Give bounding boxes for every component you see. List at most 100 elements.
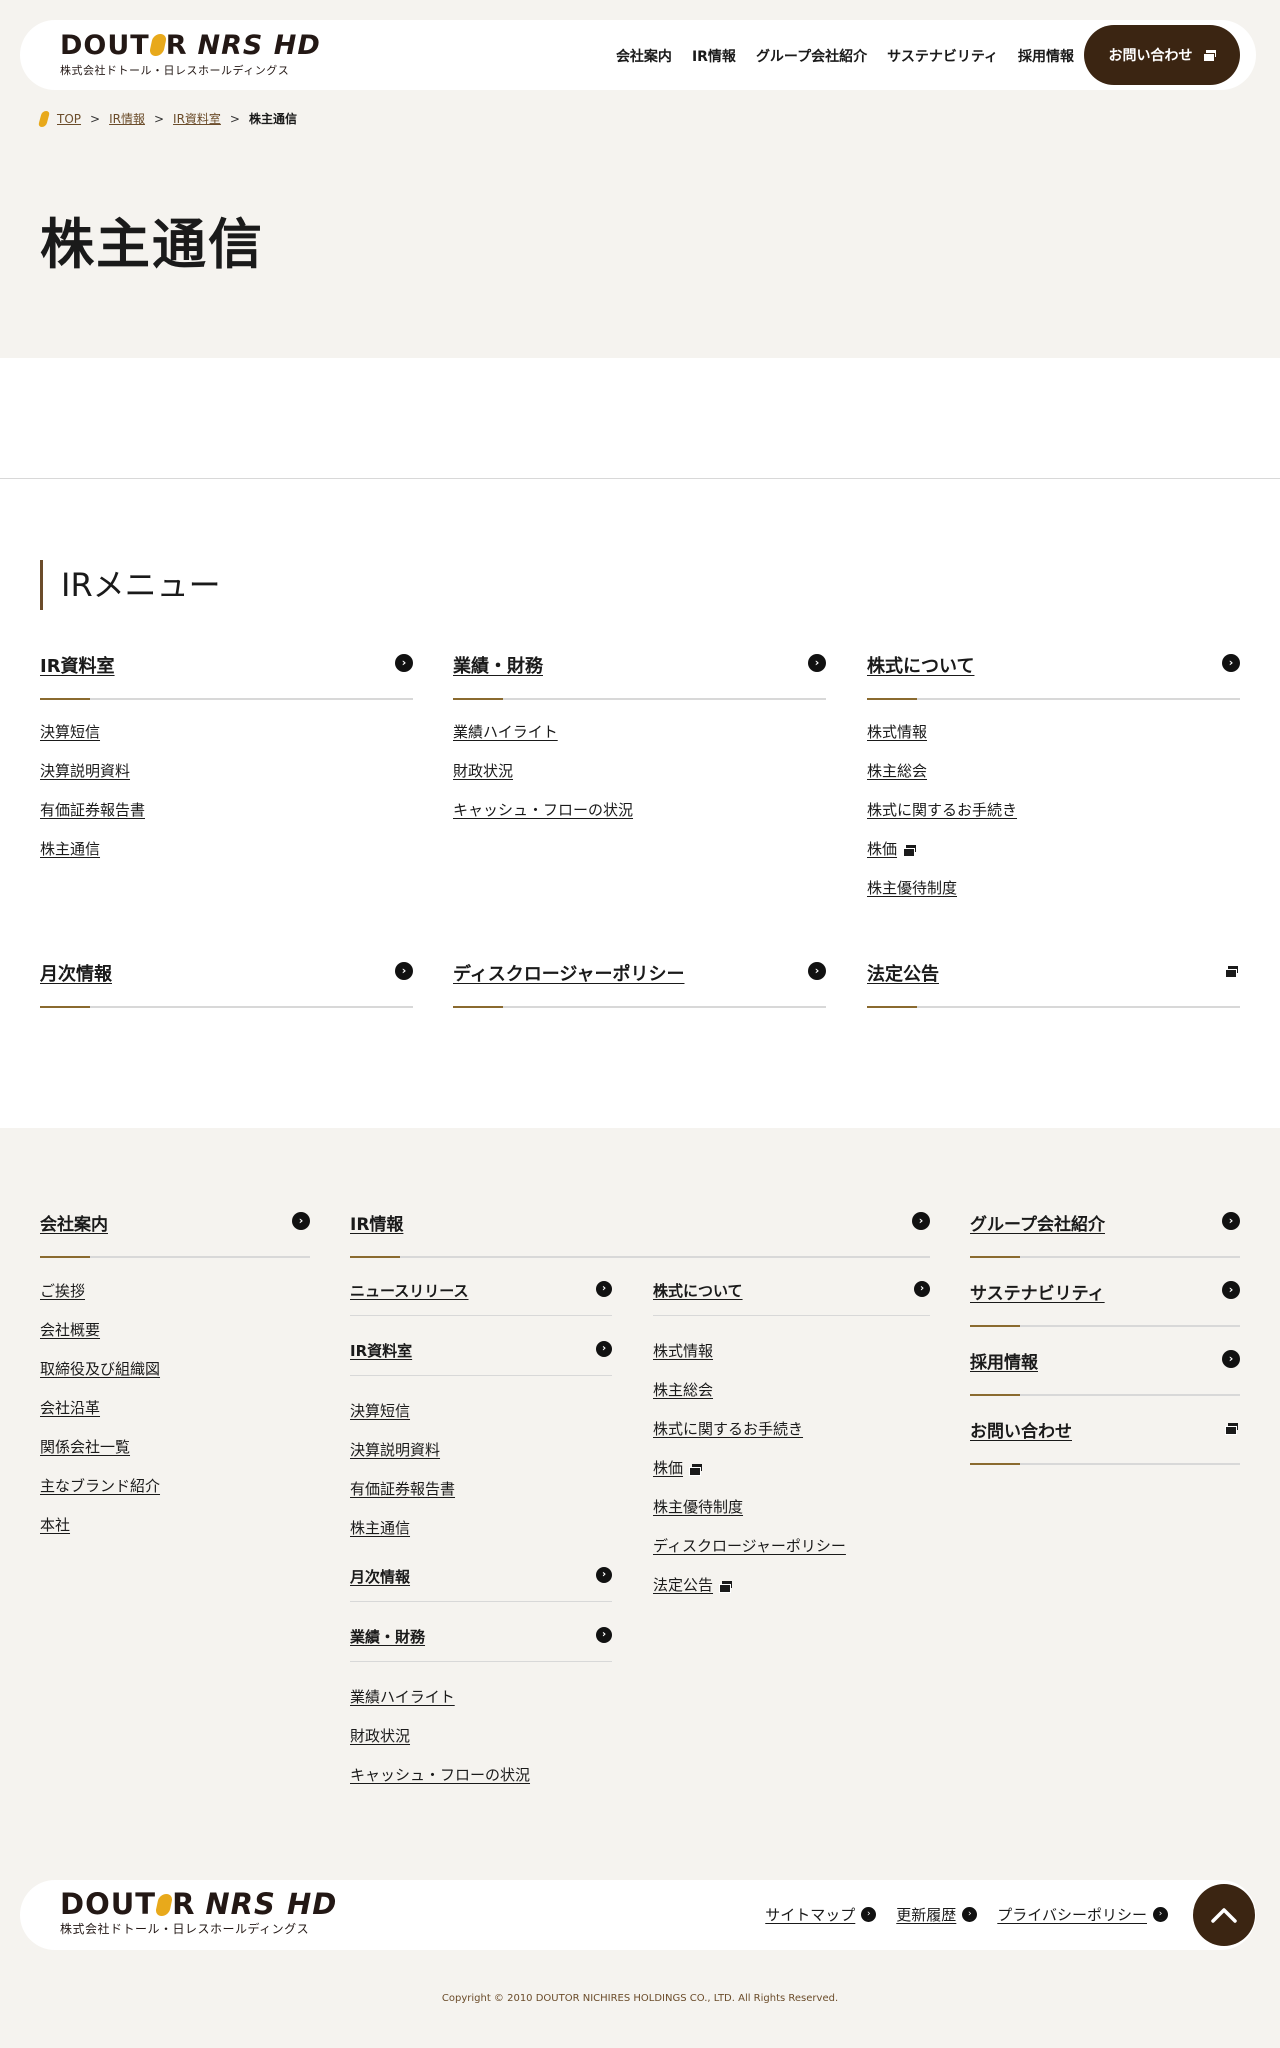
external-window-icon xyxy=(719,1581,733,1593)
list-item[interactable]: 取締役及び組織図 xyxy=(40,1358,310,1397)
nav-sustainability[interactable]: サステナビリティ xyxy=(887,46,998,66)
footer-sustainability-head[interactable]: サステナビリティ › xyxy=(970,1279,1240,1327)
footer-news-head[interactable]: ニュースリリース › xyxy=(350,1280,612,1316)
list-item[interactable]: 株主優待制度 xyxy=(653,1496,930,1535)
list-item[interactable]: 有価証券報告書 xyxy=(40,798,413,837)
ir-menu-library-title: IR資料室 xyxy=(40,656,115,677)
list-item[interactable]: 株価 xyxy=(867,837,1240,876)
list-item[interactable]: キャッシュ・フローの状況 xyxy=(350,1764,612,1803)
breadcrumb-top[interactable]: TOP xyxy=(57,112,81,126)
chevron-right-icon: › xyxy=(808,962,826,980)
list-item[interactable]: 株主通信 xyxy=(350,1517,612,1556)
chevron-right-icon: › xyxy=(596,1567,612,1583)
chevron-right-icon: › xyxy=(808,654,826,672)
chevron-right-icon: › xyxy=(1222,1212,1240,1230)
list-item[interactable]: 決算説明資料 xyxy=(40,759,413,798)
page-top-button[interactable] xyxy=(1193,1884,1255,1946)
list-item[interactable]: 決算短信 xyxy=(40,720,413,759)
footer-group-head[interactable]: グループ会社紹介 › xyxy=(970,1210,1240,1258)
external-window-icon xyxy=(903,845,917,857)
breadcrumb-ir[interactable]: IR情報 xyxy=(109,110,145,127)
chevron-right-icon: > xyxy=(90,111,101,126)
footer-contact-head[interactable]: お問い合わせ xyxy=(970,1417,1240,1465)
list-item[interactable]: 決算説明資料 xyxy=(350,1439,612,1478)
list-item[interactable]: 株主総会 xyxy=(653,1379,930,1418)
list-item[interactable]: 株式情報 xyxy=(653,1340,930,1379)
footer-recruit-head[interactable]: 採用情報 › xyxy=(970,1348,1240,1396)
chevron-right-icon: › xyxy=(1153,1907,1168,1922)
list-item[interactable]: 関係会社一覧 xyxy=(40,1436,310,1475)
nav-group[interactable]: グループ会社紹介 xyxy=(756,46,867,66)
contact-button[interactable]: お問い合わせ xyxy=(1084,25,1240,85)
ir-menu-title: IRメニュー xyxy=(40,560,221,610)
nav-recruit[interactable]: 採用情報 xyxy=(1018,46,1074,66)
ir-menu-disclosure: ディスクロージャーポリシー › xyxy=(453,960,826,1008)
privacy-link[interactable]: プライバシーポリシー › xyxy=(997,1904,1168,1925)
list-item[interactable]: 業績ハイライト xyxy=(453,720,826,759)
list-item[interactable]: 株主総会 xyxy=(867,759,1240,798)
chevron-right-icon: › xyxy=(912,1212,930,1230)
breadcrumb: TOP > IR情報 > IR資料室 > 株主通信 xyxy=(37,110,297,127)
ir-menu-stock-head[interactable]: 株式について › xyxy=(867,652,1240,700)
history-link-label: 更新履歴 xyxy=(896,1906,957,1924)
privacy-link-label: プライバシーポリシー xyxy=(997,1906,1147,1924)
list-item[interactable]: 主なブランド紹介 xyxy=(40,1475,310,1514)
footer-contact-title: お問い合わせ xyxy=(970,1422,1072,1442)
ir-menu-monthly-title: 月次情報 xyxy=(40,964,112,985)
footer-company-head[interactable]: 会社案内 › xyxy=(40,1210,310,1258)
chevron-right-icon: › xyxy=(1222,654,1240,672)
chevron-right-icon: › xyxy=(1222,1350,1240,1368)
chevron-right-icon: › xyxy=(596,1341,612,1357)
site-logo[interactable]: DOUT R NRS HD 株式会社ドトール・日レスホールディングス xyxy=(60,32,321,78)
footer-right: グループ会社紹介 › サステナビリティ › 採用情報 › お問い合わせ xyxy=(970,1210,1240,1465)
footer-monthly-head[interactable]: 月次情報 › xyxy=(350,1566,612,1602)
breadcrumb-current: 株主通信 xyxy=(248,112,297,126)
list-item[interactable]: 株主優待制度 xyxy=(867,876,1240,915)
footer-stock-head[interactable]: 株式について › xyxy=(653,1280,930,1316)
ir-menu-library-head[interactable]: IR資料室 › xyxy=(40,652,413,700)
list-item[interactable]: 業績ハイライト xyxy=(350,1686,612,1725)
list-item[interactable]: 株主通信 xyxy=(40,837,413,876)
list-item[interactable]: 会社沿革 xyxy=(40,1397,310,1436)
chevron-right-icon: › xyxy=(861,1907,877,1922)
footer-logo[interactable]: DOUT R NRS HD 株式会社ドトール・日レスホールディングス xyxy=(60,1890,337,1937)
nav-ir[interactable]: IR情報 xyxy=(692,46,736,66)
list-item[interactable]: 株式に関するお手続き xyxy=(653,1418,930,1457)
footer-company: 会社案内 › ご挨拶 会社概要 取締役及び組織図 会社沿革 関係会社一覧 主なブ… xyxy=(40,1210,310,1553)
list-item[interactable]: 会社概要 xyxy=(40,1319,310,1358)
sitemap-link[interactable]: サイトマップ › xyxy=(765,1904,877,1925)
list-item[interactable]: 株式情報 xyxy=(867,720,1240,759)
footer-finance-head[interactable]: 業績・財務 › xyxy=(350,1626,612,1662)
footer-library-head[interactable]: IR資料室 › xyxy=(350,1340,612,1376)
list-item[interactable]: 有価証券報告書 xyxy=(350,1478,612,1517)
list-item-label: 法定公告 xyxy=(653,1576,714,1594)
chevron-right-icon: › xyxy=(292,1212,310,1230)
list-item[interactable]: ディスクロージャーポリシー xyxy=(653,1535,930,1574)
ir-menu-finance-head[interactable]: 業績・財務 › xyxy=(453,652,826,700)
external-window-icon xyxy=(1202,50,1216,62)
list-item[interactable]: 株式に関するお手続き xyxy=(867,798,1240,837)
list-item[interactable]: キャッシュ・フローの状況 xyxy=(453,798,826,837)
list-item[interactable]: 株価 xyxy=(653,1457,930,1496)
ir-menu-notice-head[interactable]: 法定公告 xyxy=(867,960,1240,1008)
list-item[interactable]: 決算短信 xyxy=(350,1400,612,1439)
list-item[interactable]: 財政状況 xyxy=(453,759,826,798)
footer-ir-head[interactable]: IR情報 › xyxy=(350,1210,930,1258)
breadcrumb-library[interactable]: IR資料室 xyxy=(173,110,221,127)
global-nav: 会社案内 IR情報 グループ会社紹介 サステナビリティ 採用情報 xyxy=(616,46,1074,66)
list-item[interactable]: 財政状況 xyxy=(350,1725,612,1764)
ir-menu-monthly-head[interactable]: 月次情報 › xyxy=(40,960,413,1008)
ir-menu-disclosure-head[interactable]: ディスクロージャーポリシー › xyxy=(453,960,826,1008)
list-item[interactable]: 法定公告 xyxy=(653,1574,930,1613)
nav-company[interactable]: 会社案内 xyxy=(616,46,672,66)
history-link[interactable]: 更新履歴 › xyxy=(896,1904,978,1925)
list-item[interactable]: ご挨拶 xyxy=(40,1280,310,1319)
footer-sustainability-title: サステナビリティ xyxy=(970,1284,1105,1304)
ir-menu-disclosure-title: ディスクロージャーポリシー xyxy=(453,964,685,985)
ir-menu-notice-title: 法定公告 xyxy=(867,964,939,985)
list-item[interactable]: 本社 xyxy=(40,1514,310,1553)
footer-recruit-title: 採用情報 xyxy=(970,1353,1038,1373)
ir-menu-finance: 業績・財務 › 業績ハイライト 財政状況 キャッシュ・フローの状況 xyxy=(453,652,826,837)
ir-menu-stock-title: 株式について xyxy=(867,656,975,677)
site-header: DOUT R NRS HD 株式会社ドトール・日レスホールディングス 会社案内 IR… xyxy=(20,20,1256,90)
